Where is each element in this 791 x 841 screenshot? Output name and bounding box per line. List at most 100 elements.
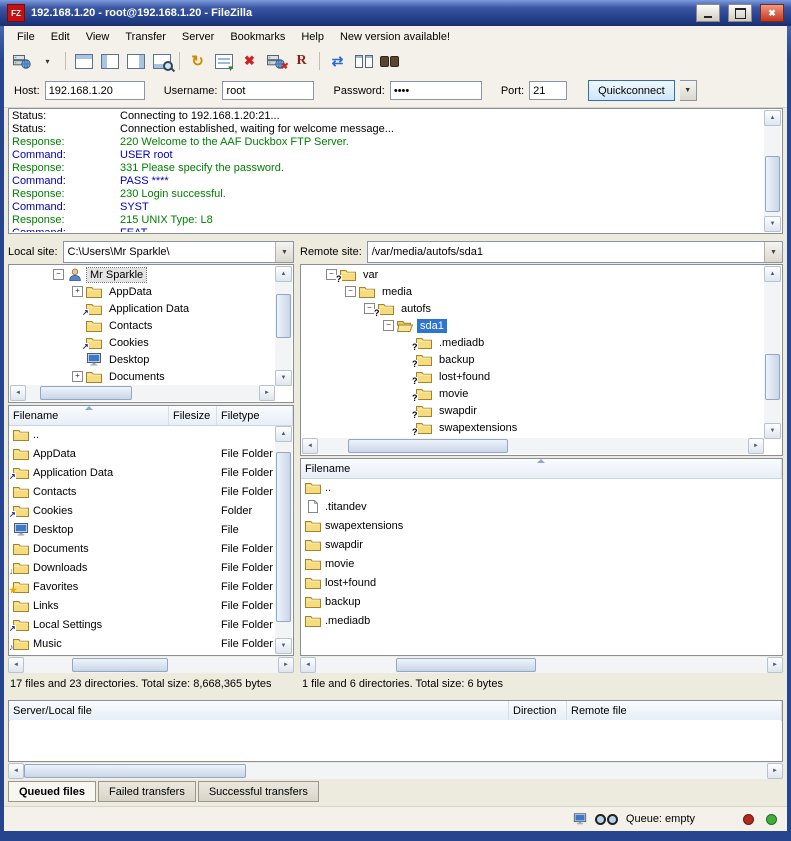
local-tree-item-documents[interactable]: +Documents (10, 368, 275, 385)
local-tree-hscrollbar[interactable]: ◄► (10, 385, 275, 401)
close-button[interactable]: ✖ (760, 4, 784, 22)
local-file-row-cookies[interactable]: ↗CookiesFolder (10, 501, 275, 520)
remote-file-row-movie[interactable]: movie (302, 554, 781, 573)
scroll-left-icon[interactable]: ◄ (8, 657, 24, 673)
menu-item-bookmarks[interactable]: Bookmarks (222, 27, 293, 47)
local-tree-item-contacts[interactable]: Contacts (10, 317, 275, 334)
collapse-icon[interactable]: − (345, 286, 356, 297)
local-file-row-music[interactable]: ♪MusicFile Folder (10, 634, 275, 653)
minimize-button[interactable] (696, 4, 720, 22)
toggle-queue-button[interactable] (149, 50, 174, 72)
remote-site-combobox[interactable]: /var/media/autofs/sda1 ▼ (367, 241, 783, 263)
local-tree-item-application-data[interactable]: ↗Application Data (10, 300, 275, 317)
menu-item-help[interactable]: Help (293, 27, 332, 47)
local-file-row-documents[interactable]: DocumentsFile Folder (10, 539, 275, 558)
log-scrollbar[interactable]: ▲▼ (764, 110, 781, 232)
disconnect-button[interactable]: ✖ (263, 50, 288, 72)
find-files-button[interactable] (377, 50, 402, 72)
tab-queued-files[interactable]: Queued files (8, 781, 96, 802)
column-header-direction[interactable]: Direction (509, 701, 567, 720)
remote-tree-scrollbar[interactable]: ▲▼ (764, 266, 781, 439)
column-header-server-local-file[interactable]: Server/Local file (9, 701, 509, 720)
scroll-thumb[interactable] (765, 156, 780, 212)
tab-failed-transfers[interactable]: Failed transfers (98, 781, 196, 802)
remote-tree-hscrollbar[interactable]: ◄► (302, 438, 764, 454)
synchronized-browsing-button[interactable] (351, 50, 376, 72)
queue-hscrollbar[interactable]: ◄► (8, 763, 783, 779)
local-tree-item-desktop[interactable]: Desktop (10, 351, 275, 368)
reconnect-button[interactable]: R (289, 50, 314, 72)
chevron-down-icon[interactable]: ▼ (764, 242, 782, 262)
toggle-local-tree-button[interactable] (97, 50, 122, 72)
local-list-hscrollbar[interactable]: ◄► (8, 657, 294, 673)
quickconnect-button[interactable]: Quickconnect (588, 80, 675, 101)
column-header-filetype[interactable]: Filetype (217, 406, 293, 425)
scroll-down-icon[interactable]: ▼ (275, 638, 292, 654)
local-file-row-links[interactable]: LinksFile Folder (10, 596, 275, 615)
scroll-right-icon[interactable]: ► (259, 385, 275, 401)
remote-tree-item-lost-found[interactable]: ?lost+found (302, 368, 764, 385)
scroll-up-icon[interactable]: ▲ (275, 266, 292, 282)
column-header-filename[interactable]: Filename (301, 459, 782, 478)
queue-body[interactable] (10, 720, 781, 760)
local-file-row-desktop[interactable]: DesktopFile (10, 520, 275, 539)
toggle-remote-tree-button[interactable] (123, 50, 148, 72)
local-list-scrollbar[interactable]: ▲▼ (275, 426, 292, 654)
scroll-thumb[interactable] (396, 658, 536, 672)
menu-item-transfer[interactable]: Transfer (117, 27, 174, 47)
local-file-row-local-settings[interactable]: ↗Local SettingsFile Folder (10, 615, 275, 634)
refresh-button[interactable]: ↻ (185, 50, 210, 72)
scroll-thumb[interactable] (348, 439, 508, 453)
remote-file-row-item[interactable]: .. (302, 478, 781, 497)
scroll-left-icon[interactable]: ◄ (8, 763, 24, 779)
menu-item-view[interactable]: View (78, 27, 118, 47)
local-file-row-appdata[interactable]: AppDataFile Folder (10, 444, 275, 463)
port-input[interactable] (529, 81, 567, 100)
local-tree-item-mr-sparkle[interactable]: −Mr Sparkle (10, 266, 275, 283)
scroll-thumb[interactable] (24, 764, 246, 778)
scroll-thumb[interactable] (40, 386, 132, 400)
collapse-icon[interactable]: − (383, 320, 394, 331)
scroll-thumb[interactable] (276, 294, 291, 338)
local-site-combobox[interactable]: C:\Users\Mr Sparkle\ ▼ (63, 241, 294, 263)
local-file-row-item[interactable]: .. (10, 425, 275, 444)
local-tree-item-appdata[interactable]: +AppData (10, 283, 275, 300)
menu-item-edit[interactable]: Edit (43, 27, 78, 47)
scroll-up-icon[interactable]: ▲ (275, 426, 292, 442)
menu-item-new-version-available[interactable]: New version available! (332, 27, 458, 47)
maximize-button[interactable] (728, 4, 752, 22)
remote-file-row-swapdir[interactable]: swapdir (302, 535, 781, 554)
scroll-down-icon[interactable]: ▼ (275, 370, 292, 386)
remote-tree-item-sda1[interactable]: −sda1 (302, 317, 764, 334)
menu-item-file[interactable]: File (9, 27, 43, 47)
process-queue-button[interactable]: ▼ (211, 50, 236, 72)
site-manager-dropdown-button[interactable]: ▾ (35, 50, 60, 72)
local-file-row-application-data[interactable]: ↗Application DataFile Folder (10, 463, 275, 482)
remote-tree-item-swapextensions[interactable]: ?swapextensions (302, 419, 764, 436)
remote-tree-item-var[interactable]: −?var (302, 266, 764, 283)
column-header-filesize[interactable]: Filesize (169, 406, 217, 425)
expand-icon[interactable]: + (72, 371, 83, 382)
scroll-left-icon[interactable]: ◄ (10, 385, 26, 401)
cancel-operation-button[interactable]: ✖ (237, 50, 262, 72)
title-bar[interactable]: FZ 192.168.1.20 - root@192.168.1.20 - Fi… (0, 0, 791, 26)
remote-tree-item-mediadb[interactable]: ?.mediadb (302, 334, 764, 351)
quickconnect-dropdown-button[interactable]: ▼ (680, 80, 697, 101)
tab-successful-transfers[interactable]: Successful transfers (198, 781, 319, 802)
scroll-thumb[interactable] (765, 354, 780, 400)
scroll-right-icon[interactable]: ► (767, 657, 783, 673)
collapse-icon[interactable]: − (53, 269, 64, 280)
scroll-right-icon[interactable]: ► (767, 763, 783, 779)
remote-tree-item-swapdir[interactable]: ?swapdir (302, 402, 764, 419)
scroll-up-icon[interactable]: ▲ (764, 266, 781, 282)
column-header-remote-file[interactable]: Remote file (567, 701, 782, 720)
chevron-down-icon[interactable]: ▼ (275, 242, 293, 262)
remote-file-row-mediadb[interactable]: .mediadb (302, 611, 781, 630)
scroll-right-icon[interactable]: ► (278, 657, 294, 673)
remote-tree-item-media[interactable]: −media (302, 283, 764, 300)
local-file-row-favorites[interactable]: ★FavoritesFile Folder (10, 577, 275, 596)
scroll-down-icon[interactable]: ▼ (764, 216, 781, 232)
scroll-right-icon[interactable]: ► (748, 438, 764, 454)
remote-list-hscrollbar[interactable]: ◄► (300, 657, 783, 673)
remote-file-row-titandev[interactable]: .titandev (302, 497, 781, 516)
